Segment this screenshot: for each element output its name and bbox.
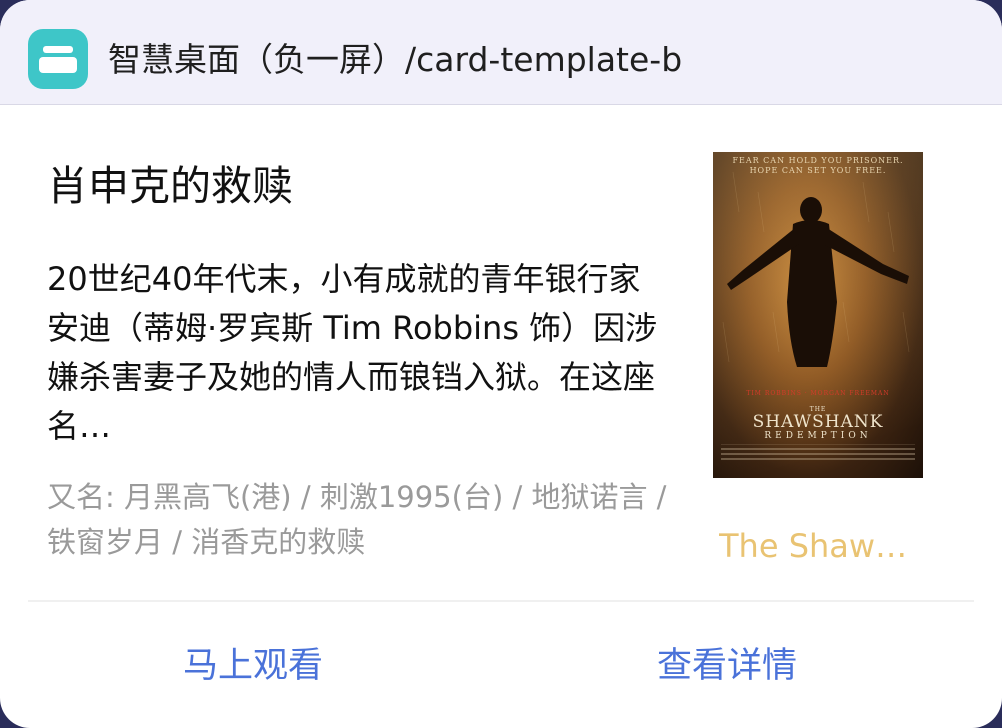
poster-cast-names: TIM ROBBINS · MORGAN FREEMAN bbox=[746, 390, 890, 397]
header-title: 智慧桌面（负一屏）/card-template-b bbox=[108, 40, 683, 79]
movie-poster[interactable]: FEAR CAN HOLD YOU PRISONER. HOPE CAN SET… bbox=[713, 152, 923, 478]
view-details-button[interactable]: 查看详情 bbox=[657, 640, 797, 692]
watch-now-button[interactable]: 马上观看 bbox=[183, 640, 323, 692]
movie-description: 20世纪40年代末，小有成就的青年银行家安迪（蒂姆·罗宾斯 Tim Robbin… bbox=[47, 260, 658, 445]
movie-card: 智慧桌面（负一屏）/card-template-b 肖申克的救赎 20世纪40年… bbox=[0, 0, 1002, 728]
movie-title: 肖申克的救赎 bbox=[47, 162, 293, 210]
poster-tagline: FEAR CAN HOLD YOU PRISONER. HOPE CAN SET… bbox=[732, 156, 904, 175]
widget-stack-icon bbox=[28, 29, 88, 89]
poster-credits bbox=[721, 444, 915, 465]
poster-title: THE SHAWSHANK REDEMPTION bbox=[752, 406, 884, 441]
card-header: 智慧桌面（负一屏）/card-template-b bbox=[0, 0, 1002, 105]
movie-english-title: The Shaw… bbox=[719, 527, 908, 565]
movie-alternate-names: 又名: 月黑高飞(港) / 刺激1995(台) / 地狱诺言 / 铁窗岁月 / … bbox=[47, 480, 667, 559]
divider bbox=[28, 600, 974, 602]
